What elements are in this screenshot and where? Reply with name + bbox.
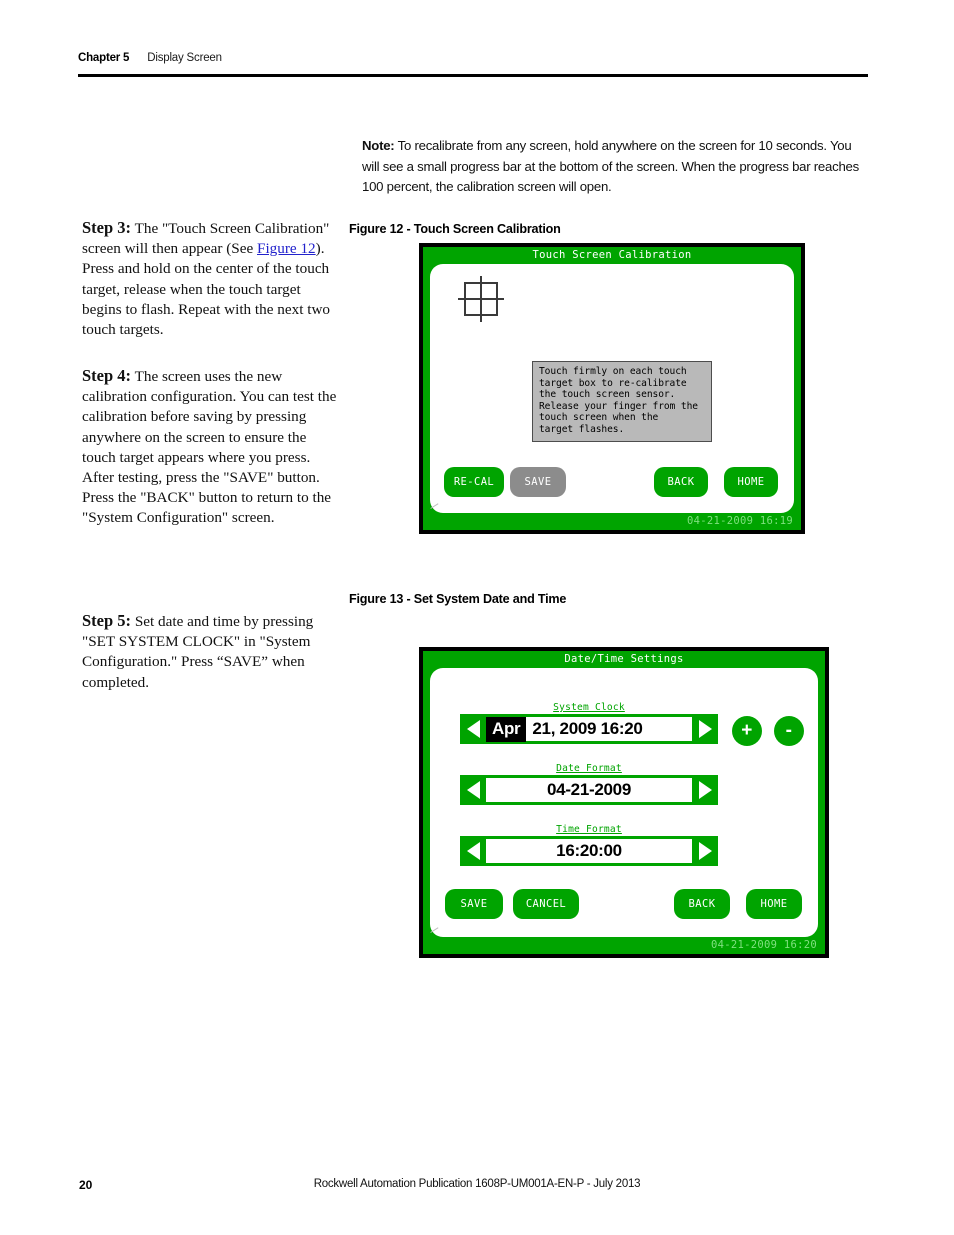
step-4-paragraph: Step 4: The screen uses the new calibrat… bbox=[82, 366, 340, 529]
date-format-label: Date Format bbox=[556, 763, 622, 774]
hmi-screen-title-fig13: Date/Time Settings bbox=[564, 653, 684, 665]
decrement-button[interactable]: - bbox=[774, 716, 804, 746]
home-button-fig13[interactable]: HOME bbox=[746, 889, 802, 919]
date-format-value-field[interactable]: 04-21-2009 bbox=[486, 778, 692, 802]
system-clock-value-field[interactable]: Apr 21, 2009 16:20 bbox=[486, 716, 692, 742]
time-format-value-field[interactable]: 16:20:00 bbox=[486, 839, 692, 863]
system-clock-group: System Clock Apr 21, 2009 16:20 bbox=[460, 702, 718, 744]
recal-button[interactable]: RE-CAL bbox=[444, 467, 504, 497]
publication-footer: Rockwell Automation Publication 1608P-UM… bbox=[313, 1178, 641, 1190]
home-button-fig12[interactable]: HOME bbox=[724, 467, 778, 497]
chevron-right-icon bbox=[698, 842, 712, 860]
hmi-screen-title-fig12: Touch Screen Calibration bbox=[532, 249, 692, 261]
figure-12-caption: Figure 12 - Touch Screen Calibration bbox=[349, 222, 561, 236]
chevron-left-icon bbox=[466, 842, 480, 860]
header-section-label: Display Screen bbox=[147, 52, 222, 64]
hmi-content-area-fig13: System Clock Apr 21, 2009 16:20 + - Date… bbox=[430, 668, 818, 937]
chevron-left-icon bbox=[466, 720, 480, 738]
time-format-label: Time Format bbox=[556, 824, 622, 835]
note-text: To recalibrate from any screen, hold any… bbox=[362, 138, 859, 194]
time-format-next-button[interactable] bbox=[692, 836, 718, 866]
chevron-right-icon bbox=[698, 720, 712, 738]
step-3-label: Step 3: bbox=[82, 218, 132, 237]
date-format-prev-button[interactable] bbox=[460, 775, 486, 805]
save-button-fig13[interactable]: SAVE bbox=[445, 889, 503, 919]
note-block: Note: To recalibrate from any screen, ho… bbox=[362, 136, 870, 198]
system-clock-month-segment[interactable]: Apr bbox=[486, 716, 527, 742]
date-format-row: 04-21-2009 bbox=[460, 775, 718, 805]
step-5-paragraph: Step 5: Set date and time by pressing "S… bbox=[82, 611, 340, 693]
hmi-content-area-fig12[interactable]: Touch firmly on each touch target box to… bbox=[430, 264, 794, 513]
date-format-next-button[interactable] bbox=[692, 775, 718, 805]
system-clock-label: System Clock bbox=[553, 702, 625, 713]
system-clock-datetime-segment[interactable]: 21, 2009 16:20 bbox=[526, 719, 642, 739]
figure-13-caption: Figure 13 - Set System Date and Time bbox=[349, 592, 567, 606]
system-clock-next-button[interactable] bbox=[692, 714, 718, 744]
chevron-left-icon bbox=[466, 781, 480, 799]
time-format-prev-button[interactable] bbox=[460, 836, 486, 866]
note-label: Note: bbox=[362, 138, 395, 153]
step-4-label: Step 4: bbox=[82, 366, 132, 385]
time-format-row: 16:20:00 bbox=[460, 836, 718, 866]
date-format-group: Date Format 04-21-2009 bbox=[460, 763, 718, 805]
save-button-fig12[interactable]: SAVE bbox=[510, 467, 566, 497]
hmi-timestamp-fig13: 04-21-2009 16:20 bbox=[711, 939, 817, 951]
figure-12-hmi-screen: Touch Screen Calibration Touch firmly on… bbox=[419, 243, 805, 534]
back-button-fig12[interactable]: BACK bbox=[654, 467, 708, 497]
hmi-bezel-inner: Touch Screen Calibration Touch firmly on… bbox=[423, 247, 801, 530]
hmi-bezel-inner: Date/Time Settings System Clock Apr 21, … bbox=[423, 651, 825, 954]
step-4-text: The screen uses the new calibration conf… bbox=[82, 368, 337, 527]
cancel-button-fig13[interactable]: CANCEL bbox=[513, 889, 579, 919]
system-clock-row: Apr 21, 2009 16:20 bbox=[460, 714, 718, 744]
increment-button[interactable]: + bbox=[732, 716, 762, 746]
running-header: Chapter 5 Display Screen bbox=[78, 52, 868, 77]
calibration-instruction-box: Touch firmly on each touch target box to… bbox=[532, 361, 712, 442]
system-clock-prev-button[interactable] bbox=[460, 714, 486, 744]
header-chapter-label: Chapter 5 bbox=[78, 52, 130, 64]
touch-target-box bbox=[464, 282, 498, 316]
step-3-paragraph: Step 3: The "Touch Screen Calibration" s… bbox=[82, 218, 340, 340]
time-format-group: Time Format 16:20:00 bbox=[460, 824, 718, 866]
header-divider bbox=[78, 74, 868, 77]
back-button-fig13[interactable]: BACK bbox=[674, 889, 730, 919]
hmi-timestamp-fig12: 04-21-2009 16:19 bbox=[687, 515, 793, 527]
figure-13-hmi-screen: Date/Time Settings System Clock Apr 21, … bbox=[419, 647, 829, 958]
step-5-label: Step 5: bbox=[82, 611, 132, 630]
figure-12-link[interactable]: Figure 12 bbox=[257, 240, 316, 257]
chevron-right-icon bbox=[698, 781, 712, 799]
touch-target-icon[interactable] bbox=[458, 276, 504, 322]
